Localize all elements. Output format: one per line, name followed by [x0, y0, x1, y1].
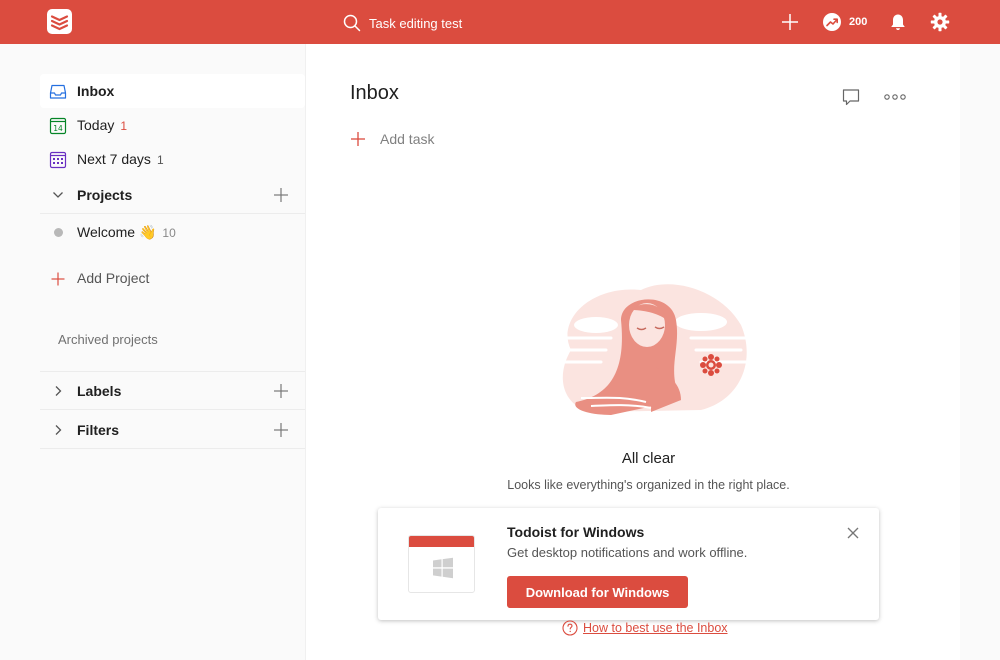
windows-app-promo-card: Todoist for Windows Get desktop notifica… — [378, 508, 879, 620]
close-icon — [847, 527, 859, 539]
svg-text:14: 14 — [53, 124, 63, 133]
promo-title: Todoist for Windows — [507, 524, 645, 540]
add-task-label: Add task — [380, 131, 435, 147]
sidebar-item-next-7-days[interactable]: Next 7 days 1 — [40, 142, 305, 176]
comment-icon — [842, 89, 860, 106]
project-item-welcome[interactable]: Welcome 👋 10 — [40, 215, 305, 249]
inbox-icon — [49, 84, 67, 99]
today-count: 1 — [120, 119, 128, 133]
empty-state-title: All clear — [621, 450, 676, 467]
page-title: Inbox — [350, 82, 399, 104]
sidebar-item-today[interactable]: 14 Today 1 — [40, 108, 305, 142]
karma-count: 200 — [849, 16, 868, 28]
search-input[interactable]: Task editing test — [369, 16, 462, 31]
chevron-down-icon[interactable] — [52, 189, 64, 201]
sidebar-item-label: Inbox — [77, 83, 115, 99]
add-project-button[interactable]: Add Project — [40, 261, 305, 295]
gear-icon — [930, 12, 950, 32]
karma-button[interactable]: 200 — [822, 11, 867, 33]
project-color-dot — [54, 228, 63, 237]
windows-app-window-icon — [408, 535, 475, 593]
help-inbox-link[interactable]: How to best use the Inbox — [562, 619, 728, 637]
notifications-button[interactable] — [887, 11, 909, 33]
more-dots-icon — [884, 94, 906, 100]
karma-trend-icon — [823, 13, 841, 31]
add-task-button[interactable]: Add task — [350, 128, 434, 150]
search-box[interactable]: Task editing test — [343, 12, 643, 34]
calendar-week-icon — [49, 151, 67, 169]
quick-add-button[interactable] — [779, 11, 801, 33]
next7-label: Next 7 days — [77, 151, 151, 167]
welcome-count: 10 — [162, 225, 176, 240]
plus-icon — [51, 272, 65, 286]
empty-state-subtitle: Looks like everything's organized in the… — [507, 478, 790, 492]
calendar-today-icon: 14 — [49, 117, 67, 135]
add-project-plus-icon[interactable] — [273, 187, 289, 203]
add-project-label: Add Project — [77, 270, 150, 286]
todoist-logo-icon[interactable] — [47, 9, 72, 34]
plus-icon — [351, 132, 365, 146]
sidebar-item-label: Today 1 — [77, 117, 127, 133]
welcome-label: Welcome — [77, 223, 136, 240]
chevron-right-icon[interactable] — [52, 424, 64, 436]
sidebar-item-label: Next 7 days 1 — [77, 151, 164, 167]
labels-section-header[interactable]: Labels — [40, 372, 305, 410]
search-icon — [343, 14, 361, 32]
sidebar: Inbox 14 Today 1 Next 7 days 1 Projects — [0, 44, 305, 660]
labels-label: Labels — [77, 383, 122, 399]
top-bar: Task editing test 200 — [0, 0, 1000, 44]
windows-logo-icon — [433, 557, 453, 579]
add-filter-plus-icon[interactable] — [273, 422, 289, 438]
help-circle-icon — [562, 620, 578, 636]
wave-emoji-icon: 👋 — [138, 223, 157, 240]
close-promo-button[interactable] — [843, 523, 863, 543]
today-label: Today — [77, 117, 115, 133]
comments-button[interactable] — [839, 85, 863, 109]
filters-section-header[interactable]: Filters — [40, 411, 305, 449]
project-label: Welcome 👋 10 — [77, 224, 176, 241]
add-label-plus-icon[interactable] — [273, 383, 289, 399]
projects-label: Projects — [77, 187, 133, 203]
bell-icon — [891, 14, 905, 30]
projects-section-header[interactable]: Projects — [40, 176, 305, 214]
more-options-button[interactable] — [883, 85, 907, 109]
promo-description: Get desktop notifications and work offli… — [507, 545, 748, 560]
filters-label: Filters — [77, 422, 120, 438]
plus-icon — [782, 14, 798, 30]
next7-count: 1 — [156, 153, 164, 167]
sidebar-item-inbox[interactable]: Inbox — [40, 74, 305, 108]
help-link-text: How to best use the Inbox — [583, 621, 728, 635]
chevron-right-icon[interactable] — [52, 385, 64, 397]
settings-button[interactable] — [929, 11, 951, 33]
download-for-windows-button[interactable]: Download for Windows — [507, 576, 688, 608]
archived-projects-link[interactable]: Archived projects — [58, 332, 158, 347]
window-title-bar — [409, 536, 474, 547]
empty-state-illustration — [559, 284, 748, 415]
